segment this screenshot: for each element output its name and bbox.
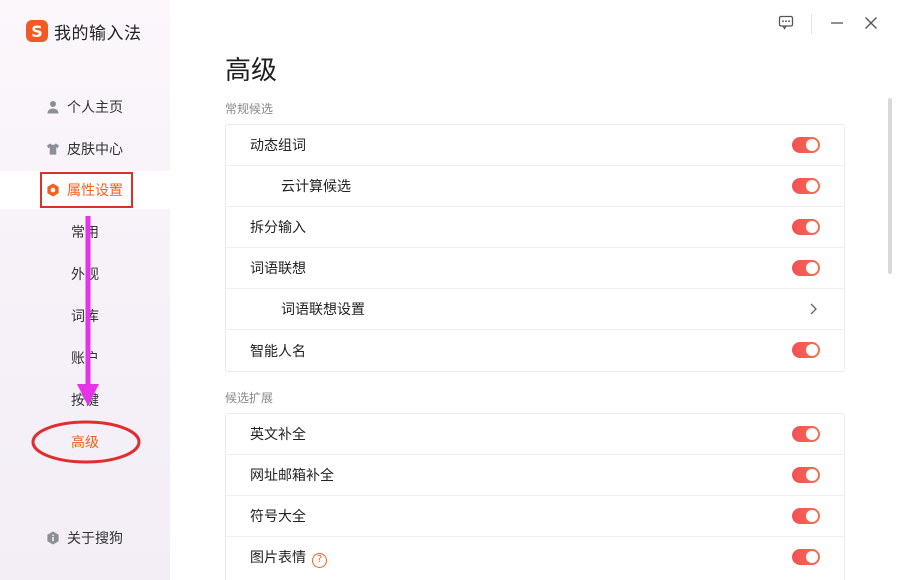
titlebar-separator [811,14,812,34]
toggle-smart-names[interactable] [792,342,820,358]
scrollbar-thumb[interactable] [888,98,892,274]
settings-row-smart-names: 智能人名 [226,330,844,371]
settings-row-image-emoji: 图片表情? [226,537,844,578]
annotation-highlight-box [40,172,133,208]
toggle-english-complete[interactable] [792,426,820,442]
toggle-url-email-complete[interactable] [792,467,820,483]
toggle-dynamic-phrase[interactable] [792,137,820,153]
row-label: 图片表情? [250,547,327,568]
close-icon [864,15,878,34]
sidebar-item-profile[interactable]: 个人主页 [0,88,170,126]
section-label-general: 常规候选 [225,102,274,116]
sidebar-item-skins[interactable]: 皮肤中心 [0,130,170,168]
minimize-button[interactable] [825,12,849,36]
settings-row-word-association: 词语联想 [226,248,844,289]
toggle-split-input[interactable] [792,219,820,235]
sidebar-subitem-advanced[interactable]: 高级 [0,428,170,458]
sidebar-subitem-account[interactable]: 账户 [0,344,170,374]
feedback-icon [778,15,794,34]
row-label: 网址邮箱补全 [250,468,334,484]
sogou-logo-icon: S [26,20,48,42]
page-title: 高级 [225,56,278,86]
about-label: 关于搜狗 [67,531,123,547]
settings-row-english-complete: 英文补全 [226,414,844,455]
help-icon[interactable]: ? [312,552,327,568]
row-label: 动态组词 [250,138,306,154]
app-title: 我的输入法 [54,23,142,44]
chevron-right-icon [808,302,818,316]
settings-row-word-association-settings[interactable]: 词语联想设置 [226,289,844,330]
user-icon [46,100,60,114]
row-label: 词语联想设置 [281,302,365,318]
row-label: 云计算候选 [281,179,351,195]
close-button[interactable] [859,12,883,36]
row-label: 符号大全 [250,509,306,525]
toggle-image-emoji[interactable] [792,549,820,565]
sidebar-subitem-keys[interactable]: 按键 [0,386,170,416]
minimize-icon [830,15,844,34]
settings-row-cloud-candidate: 云计算候选 [226,166,844,207]
row-label: 拆分输入 [250,220,306,236]
feedback-button[interactable] [774,12,798,36]
toggle-cloud-candidate[interactable] [792,178,820,194]
tshirt-icon [46,142,60,156]
toggle-symbols[interactable] [792,508,820,524]
sidebar-item-label: 皮肤中心 [67,142,123,158]
row-label-text: 图片表情 [250,550,306,567]
settings-row-split-input: 拆分输入 [226,207,844,248]
row-label: 智能人名 [250,343,306,360]
sidebar: S 我的输入法 个人主页 皮肤中心 属性设置 常用 外观 词库 账户 按键 高级… [0,0,170,580]
settings-row-symbols: 符号大全 [226,496,844,537]
settings-row-dynamic-phrase: 动态组词 [226,125,844,166]
row-label: 英文补全 [250,427,306,443]
about-button[interactable]: 关于搜狗 [46,526,123,550]
info-shield-icon [46,531,60,545]
row-label: 词语联想 [250,261,306,277]
settings-card-extension: 英文补全 网址邮箱补全 符号大全 图片表情? [225,413,845,580]
toggle-word-association[interactable] [792,260,820,276]
settings-row-url-email-complete: 网址邮箱补全 [226,455,844,496]
app-brand: S 我的输入法 [26,18,142,44]
settings-card-general: 动态组词 云计算候选 拆分输入 词语联想 词语联想设置 智能人名 [225,124,845,372]
sidebar-subitem-common[interactable]: 常用 [0,218,170,248]
sidebar-subitem-lexicon[interactable]: 词库 [0,302,170,332]
sidebar-subitem-appearance[interactable]: 外观 [0,260,170,290]
section-label-extension: 候选扩展 [225,391,274,405]
sidebar-item-label: 个人主页 [67,100,123,116]
